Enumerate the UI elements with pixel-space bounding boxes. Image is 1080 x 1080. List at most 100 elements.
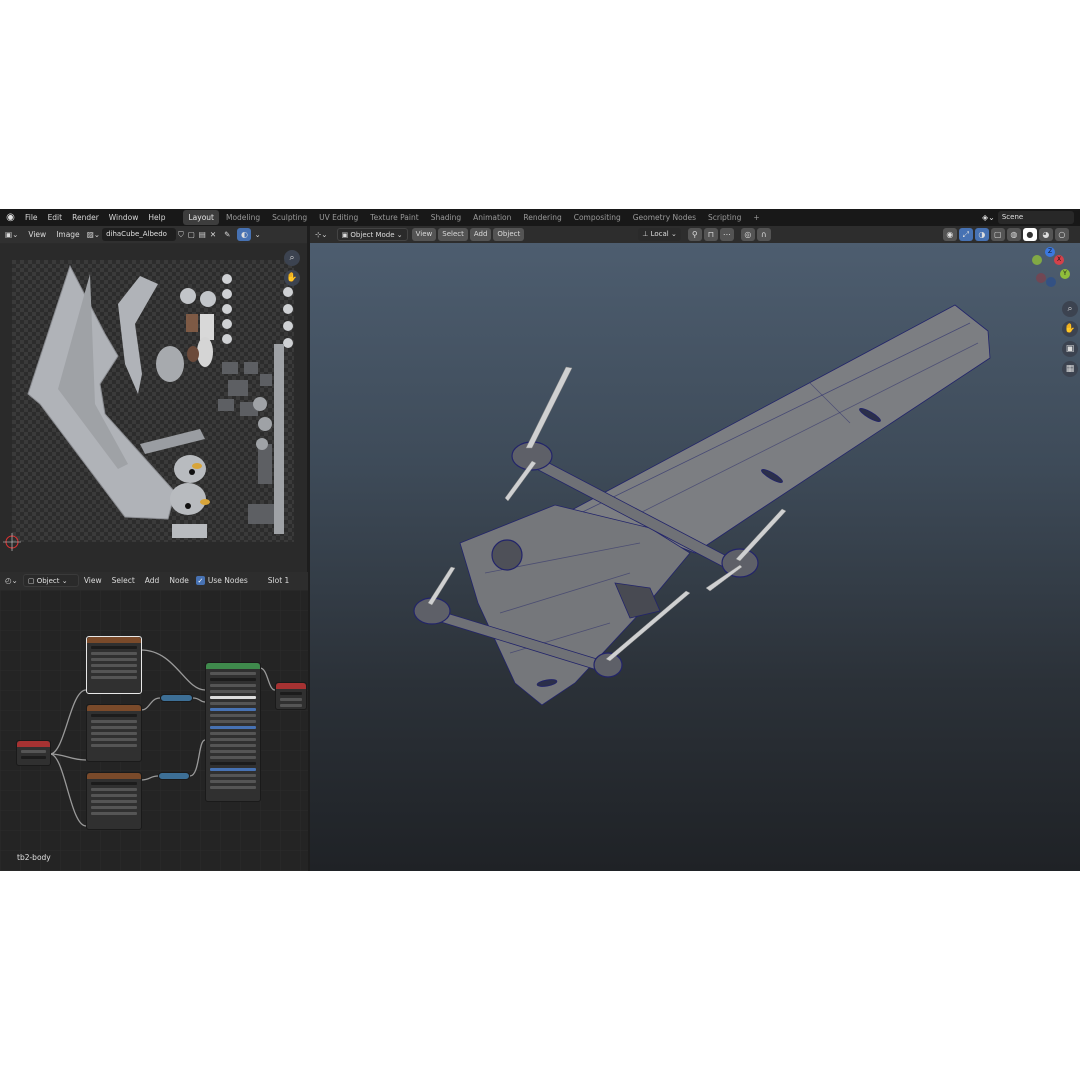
3d-viewport[interactable]: Z X Y ⌕ ✋ ▣ ▦ <box>310 243 1080 871</box>
viewport-menu-add[interactable]: Add <box>469 228 492 241</box>
snap-icon[interactable]: ⊓ <box>703 228 718 241</box>
fake-user-icon[interactable]: ⛉ <box>176 226 186 243</box>
camera-icon[interactable]: ▣ <box>1062 341 1078 357</box>
reroute-node-2[interactable] <box>158 772 190 780</box>
shading-rendered-icon[interactable]: ○ <box>1054 228 1069 241</box>
drone-model <box>413 304 991 706</box>
zoom-icon[interactable]: ⌕ <box>1062 301 1078 317</box>
tab-geometry-nodes[interactable]: Geometry Nodes <box>628 210 701 225</box>
menu-file[interactable]: File <box>20 209 43 226</box>
open-image-icon[interactable]: ▤ <box>197 226 208 243</box>
menu-help[interactable]: Help <box>143 209 170 226</box>
zoom-icon[interactable]: ⌕ <box>284 250 300 266</box>
tab-texture-paint[interactable]: Texture Paint <box>365 210 423 225</box>
image-canvas[interactable]: ⌕ ✋ <box>0 244 307 576</box>
tab-layout[interactable]: Layout <box>183 210 219 225</box>
viewport-menu-select[interactable]: Select <box>438 228 468 241</box>
blender-logo-icon[interactable]: ◉ <box>4 211 17 224</box>
node-links <box>0 590 308 871</box>
node-menu-view[interactable]: View <box>79 572 107 589</box>
image-texture-node-albedo[interactable] <box>86 636 142 694</box>
axis-neg-y[interactable] <box>1032 255 1042 265</box>
texture-coordinate-node[interactable] <box>16 740 51 766</box>
orientation-label: Local <box>650 230 669 238</box>
axis-z[interactable]: Z <box>1045 247 1055 257</box>
proportional-edit-icon[interactable]: ◎ <box>740 228 755 241</box>
uv-texture-image <box>3 260 294 551</box>
tab-animation[interactable]: Animation <box>468 210 516 225</box>
shading-wireframe-icon[interactable]: ◍ <box>1006 228 1021 241</box>
material-name-label: tb2-body <box>17 853 51 862</box>
use-nodes-checkbox[interactable]: ✓ <box>195 576 205 585</box>
visibility-icon[interactable]: ◉ <box>942 228 957 241</box>
snap-target-icon[interactable]: ⋯ <box>719 228 734 241</box>
perspective-grid-icon[interactable]: ▦ <box>1062 361 1078 377</box>
pin-icon[interactable]: ✎ <box>218 226 236 243</box>
shading-solid-icon[interactable]: ● <box>1022 228 1037 241</box>
falloff-icon[interactable]: ∩ <box>756 228 771 241</box>
orientation-icon: ⊥ <box>642 230 651 238</box>
object-type-icon: ▢ <box>27 577 37 585</box>
viewport-menu-object[interactable]: Object <box>493 228 525 241</box>
image-browse-icon[interactable]: ▨⌄ <box>85 226 102 243</box>
add-workspace-button[interactable]: + <box>748 210 764 225</box>
axis-y[interactable]: Y <box>1060 269 1070 279</box>
tab-shading[interactable]: Shading <box>426 210 466 225</box>
node-menu-add[interactable]: Add <box>140 572 165 589</box>
pan-hand-icon[interactable]: ✋ <box>1062 321 1078 337</box>
menu-edit[interactable]: Edit <box>43 209 68 226</box>
image-editor: ▣⌄ View Image ▨⌄ dihaCube_Albedo ⛉ ▢ ▤ ✕… <box>0 226 307 576</box>
image-texture-node-roughness[interactable] <box>86 772 142 830</box>
node-menu-select[interactable]: Select <box>107 572 140 589</box>
image-menu-image[interactable]: Image <box>51 226 85 243</box>
shading-material-icon[interactable]: ◕ <box>1038 228 1053 241</box>
image-menu-view[interactable]: View <box>23 226 51 243</box>
display-mode-icon[interactable]: ◐ <box>237 228 252 241</box>
viewport-menu-view[interactable]: View <box>411 228 437 241</box>
object-type-dropdown[interactable]: ▢ Object ⌄ <box>22 574 79 587</box>
viewport-editor-type-icon[interactable]: ⊹⌄ <box>310 226 333 243</box>
mode-dropdown[interactable]: ▣ Object Mode ⌄ <box>336 228 408 241</box>
blender-window: ◉ File Edit Render Window Help Layout Mo… <box>0 209 1080 871</box>
axis-neg-z[interactable] <box>1046 277 1056 287</box>
overlays-toggle-icon[interactable]: ◑ <box>974 228 989 241</box>
tab-sculpting[interactable]: Sculpting <box>267 210 312 225</box>
image-name-field[interactable]: dihaCube_Albedo <box>102 228 177 241</box>
gizmo-toggle-icon[interactable]: ⤢ <box>958 228 973 241</box>
axis-neg-x[interactable] <box>1036 273 1046 283</box>
unlink-image-icon[interactable]: ✕ <box>208 226 218 243</box>
image-editor-header: ▣⌄ View Image ▨⌄ dihaCube_Albedo ⛉ ▢ ▤ ✕… <box>0 226 307 243</box>
editor-type-icon[interactable]: ▣⌄ <box>0 226 23 243</box>
tab-scripting[interactable]: Scripting <box>703 210 746 225</box>
tab-compositing[interactable]: Compositing <box>569 210 626 225</box>
material-output-node[interactable] <box>275 682 307 710</box>
pivot-icon[interactable]: ⚲ <box>687 228 702 241</box>
chevron-down-icon: ⌄ <box>59 577 68 585</box>
axis-x[interactable]: X <box>1054 255 1064 265</box>
scene-name-field[interactable]: Scene <box>997 211 1074 224</box>
new-image-icon[interactable]: ▢ <box>186 226 197 243</box>
object-type-label: Object <box>36 577 60 585</box>
image-texture-node-metallic[interactable] <box>86 704 142 762</box>
scene-selector[interactable]: ◈⌄ Scene <box>982 211 1078 224</box>
node-menu-node[interactable]: Node <box>164 572 194 589</box>
reroute-node-1[interactable] <box>160 694 193 702</box>
transform-orientation-dropdown[interactable]: ⊥ Local ⌄ <box>638 228 681 241</box>
chevron-down-icon: ⌄ <box>668 230 677 238</box>
slot-dropdown[interactable]: Slot 1 <box>263 572 295 589</box>
viewport-header: ⊹⌄ ▣ Object Mode ⌄ View Select Add Objec… <box>310 226 1080 243</box>
node-editor-type-icon[interactable]: ◴⌄ <box>0 572 23 589</box>
pan-hand-icon[interactable]: ✋ <box>284 270 300 286</box>
tab-uv-editing[interactable]: UV Editing <box>314 210 363 225</box>
principled-bsdf-node[interactable] <box>205 662 261 802</box>
xray-toggle-icon[interactable]: ▢ <box>990 228 1005 241</box>
tab-modeling[interactable]: Modeling <box>221 210 265 225</box>
display-dropdown-icon[interactable]: ⌄ <box>252 226 262 243</box>
tab-rendering[interactable]: Rendering <box>518 210 566 225</box>
shader-node-editor: ◴⌄ ▢ Object ⌄ View Select Add Node ✓ Use… <box>0 572 308 871</box>
menu-render[interactable]: Render <box>67 209 104 226</box>
navigation-gizmo[interactable]: Z X Y <box>1028 243 1078 291</box>
menu-window[interactable]: Window <box>104 209 144 226</box>
node-canvas[interactable]: tb2-body <box>0 590 308 871</box>
use-nodes-label: Use Nodes <box>207 576 248 585</box>
